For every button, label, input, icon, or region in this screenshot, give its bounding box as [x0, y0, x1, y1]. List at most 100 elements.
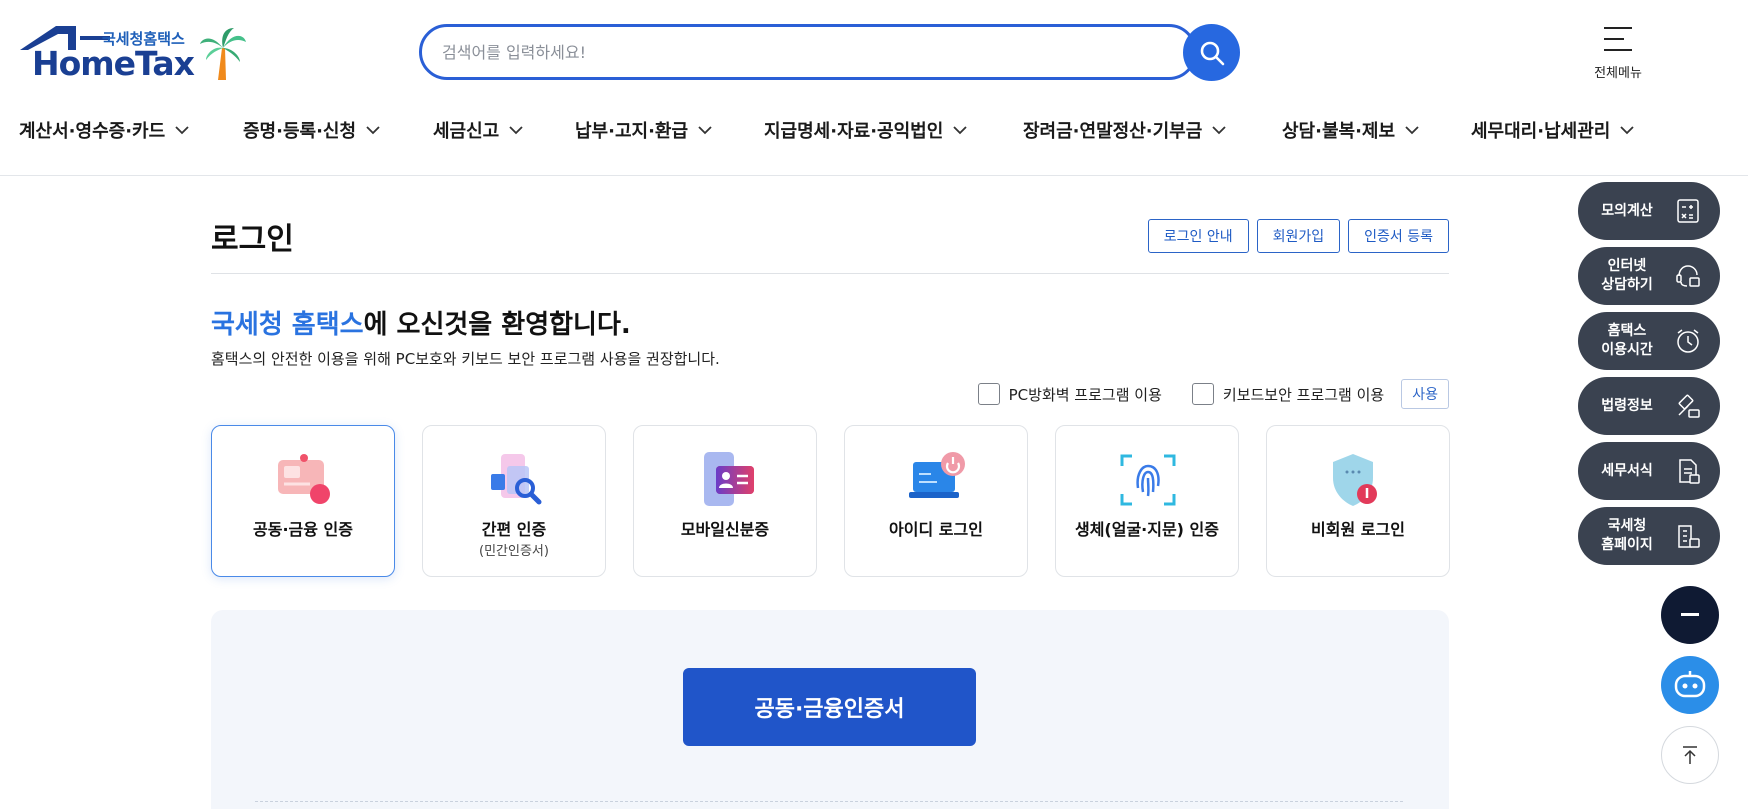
- login-card-joint-certificate[interactable]: 공동·금융 인증: [211, 425, 395, 577]
- mobile-id-icon: [704, 452, 754, 506]
- shield-icon: [1333, 454, 1377, 506]
- quick-mock-calculation[interactable]: 모의계산: [1578, 182, 1720, 240]
- keyboard-security-option[interactable]: 키보드보안 프로그램 이용: [1191, 383, 1385, 405]
- login-card-label: 모바일신분증: [680, 520, 770, 539]
- hometax-logo[interactable]: 국세청홈택스 HomeTax: [18, 24, 258, 84]
- login-card-label: 간편 인증: [481, 520, 547, 539]
- quick-label: 홈택스 이용시간: [1601, 323, 1653, 358]
- chevron-down-icon: [175, 125, 189, 134]
- chevron-down-icon: [366, 125, 380, 134]
- scroll-to-top-button[interactable]: [1661, 726, 1719, 784]
- chat-icon: [1676, 265, 1700, 287]
- panel-divider: [255, 801, 1403, 802]
- fingerprint-icon: [1120, 454, 1176, 506]
- quick-law-info[interactable]: 법령정보: [1578, 377, 1720, 435]
- chevron-down-icon: [1620, 125, 1634, 134]
- chevron-down-icon: [953, 125, 967, 134]
- quick-online-consultation[interactable]: 인터넷 상담하기: [1578, 247, 1720, 305]
- gnb-item-certificate[interactable]: 증명·등록·신청: [243, 112, 380, 148]
- search-box: [419, 24, 1197, 80]
- gnb-item-consultation[interactable]: 상담·불복·제보: [1282, 112, 1419, 148]
- login-card-label: 아이디 로그인: [889, 520, 983, 539]
- welcome-rest: 에 오신것을 환영합니다.: [363, 310, 631, 340]
- chevron-down-icon: [1212, 125, 1226, 134]
- all-menu-button[interactable]: 전체메뉴: [1578, 24, 1658, 84]
- laptop-power-icon: [909, 452, 965, 498]
- welcome-subtext: 홈택스의 안전한 이용을 위해 PC보호와 키보드 보안 프로그램 사용을 권장…: [211, 350, 720, 368]
- all-menu-label: 전체메뉴: [1594, 66, 1642, 81]
- gavel-icon: [1678, 394, 1700, 418]
- login-card-mobile-id[interactable]: 모바일신분증: [633, 425, 817, 577]
- login-card-label: 공동·금융 인증: [253, 520, 353, 539]
- login-card-sublabel: (민간인증서): [479, 544, 549, 559]
- robot-icon: [1674, 671, 1706, 698]
- chevron-down-icon: [509, 125, 523, 134]
- gnb-item-payment[interactable]: 납부·고지·환급: [575, 112, 712, 148]
- gnb-item-payment-statement[interactable]: 지급명세·자료·공익법인: [764, 112, 967, 148]
- gnb-item-label: 납부·고지·환급: [575, 121, 689, 142]
- login-card-simple-auth[interactable]: 간편 인증 (민간인증서): [422, 425, 606, 577]
- gnb-item-tax-return[interactable]: 세금신고: [433, 112, 523, 148]
- gnb-item-label: 증명·등록·신청: [243, 121, 357, 142]
- gnb-item-label: 계산서·영수증·카드: [19, 121, 166, 142]
- login-card-guest-login[interactable]: 비회원 로그인: [1266, 425, 1450, 577]
- firewall-option-label: PC방화벽 프로그램 이용: [1008, 385, 1162, 404]
- building-icon: [1678, 525, 1700, 548]
- arrow-up-icon: [1683, 746, 1697, 764]
- welcome-heading: 국세청 홈택스에 오신것을 환영합니다.: [211, 304, 631, 341]
- welcome-accent: 국세청 홈택스: [211, 310, 364, 340]
- login-main: 로그인 로그인 안내 회원가입 인증서 등록 국세청 홈택스에 오신것을 환영합…: [211, 176, 1450, 809]
- global-navigation: 계산서·영수증·카드 증명·등록·신청 세금신고 납부·고지·환급 지급명세·자…: [0, 112, 1748, 152]
- gnb-item-label: 세금신고: [433, 121, 500, 142]
- gnb-item-label: 장려금·연말정산·기부금: [1023, 121, 1203, 142]
- firewall-option[interactable]: PC방화벽 프로그램 이용: [977, 383, 1162, 405]
- quick-service-hours[interactable]: 홈택스 이용시간: [1578, 312, 1720, 370]
- search-input[interactable]: [442, 27, 1062, 77]
- register-certificate-button[interactable]: 인증서 등록: [1348, 219, 1449, 253]
- quick-tax-forms[interactable]: 세무서식: [1578, 442, 1720, 500]
- login-card-biometric[interactable]: 생체(얼굴·지문) 인증: [1055, 425, 1239, 577]
- document-icon: [1679, 459, 1700, 484]
- search-icon: [1200, 41, 1224, 65]
- login-card-label: 생체(얼굴·지문) 인증: [1074, 520, 1220, 539]
- firewall-checkbox[interactable]: [977, 383, 1000, 405]
- quick-label: 국세청 홈페이지: [1601, 518, 1653, 553]
- sign-up-button[interactable]: 회원가입: [1256, 219, 1341, 253]
- login-method-cards: 공동·금융 인증 간편 인증 (민간인증서) 모바일신분증 아이디 로그인 생체…: [211, 425, 1450, 577]
- gnb-item-label: 세무대리·납세관리: [1471, 121, 1611, 142]
- gnb-item-label: 지급명세·자료·공익법인: [764, 121, 944, 142]
- chevron-down-icon: [698, 125, 712, 134]
- certificate-login-panel: 공동·금융인증서: [211, 610, 1449, 809]
- security-options: PC방화벽 프로그램 이용 키보드보안 프로그램 이용 사용: [977, 379, 1449, 409]
- login-card-label: 비회원 로그인: [1311, 520, 1405, 539]
- hamburger-menu-icon: [1604, 27, 1632, 51]
- gnb-item-tax-agent[interactable]: 세무대리·납세관리: [1471, 112, 1634, 148]
- joint-certificate-login-button[interactable]: 공동·금융인증서: [683, 668, 976, 746]
- gnb-item-invoice[interactable]: 계산서·영수증·카드: [19, 112, 189, 148]
- clock-icon: [1677, 329, 1699, 353]
- collapse-quick-menu-button[interactable]: [1661, 586, 1719, 644]
- chevron-down-icon: [1405, 125, 1419, 134]
- calculator-icon: [1677, 199, 1699, 223]
- quick-label: 인터넷 상담하기: [1601, 258, 1653, 293]
- chatbot-button[interactable]: [1661, 656, 1719, 714]
- minus-icon: [1681, 613, 1699, 616]
- search-button[interactable]: [1183, 24, 1240, 81]
- quick-label: 법령정보: [1601, 397, 1653, 414]
- divider: [211, 273, 1449, 274]
- quick-nts-homepage[interactable]: 국세청 홈페이지: [1578, 507, 1720, 565]
- login-card-id-login[interactable]: 아이디 로그인: [844, 425, 1028, 577]
- login-guide-button[interactable]: 로그인 안내: [1147, 219, 1249, 253]
- page-title: 로그인: [211, 222, 294, 257]
- quick-label: 세무서식: [1601, 462, 1653, 479]
- card-certificate-icon: [278, 454, 330, 504]
- palm-tree-icon: [200, 28, 246, 80]
- keyboard-security-checkbox[interactable]: [1191, 383, 1214, 405]
- logo-english-text: HomeTax: [32, 44, 195, 83]
- keyboard-security-option-label: 키보드보안 프로그램 이용: [1222, 385, 1385, 404]
- gnb-item-incentive[interactable]: 장려금·연말정산·기부금: [1023, 112, 1226, 148]
- quick-label: 모의계산: [1601, 202, 1653, 219]
- header: 국세청홈택스 HomeTax 전체메뉴 계산서·영수증·카드 증명·등록·신청 …: [0, 0, 1748, 176]
- use-button[interactable]: 사용: [1401, 379, 1449, 409]
- gnb-item-label: 상담·불복·제보: [1282, 121, 1396, 142]
